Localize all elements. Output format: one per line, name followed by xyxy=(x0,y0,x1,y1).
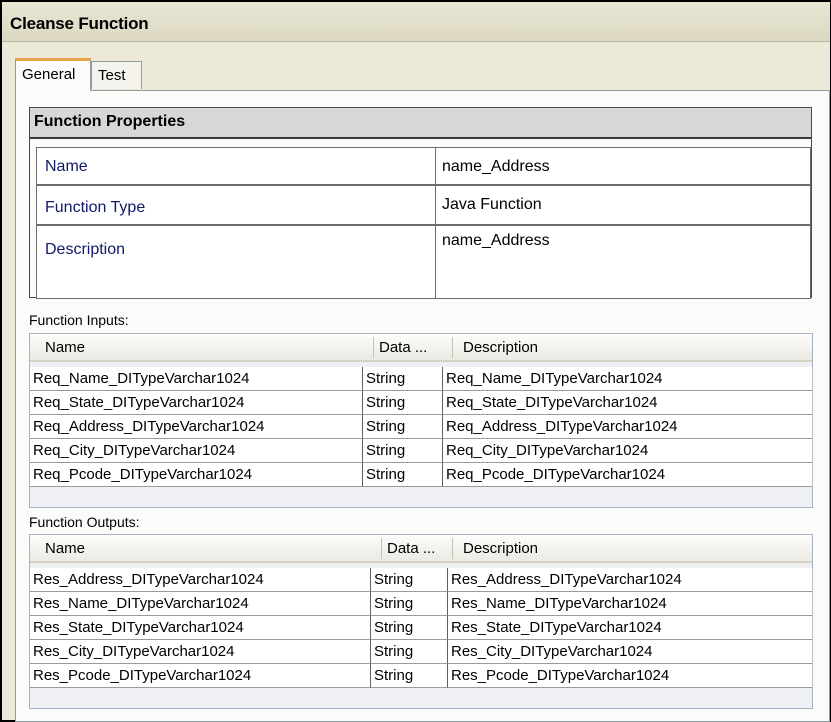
table-row[interactable]: Req_Address_DITypeVarchar1024 String Req… xyxy=(30,415,813,439)
cell-description: Res_State_DITypeVarchar1024 xyxy=(448,616,813,640)
cell-description: Req_Name_DITypeVarchar1024 xyxy=(443,367,813,391)
function-inputs-label: Function Inputs: xyxy=(29,312,129,328)
cell-description: Req_City_DITypeVarchar1024 xyxy=(443,439,813,463)
property-row-function-type: Function Type Java Function xyxy=(36,185,811,225)
property-row-name: Name name_Address xyxy=(36,147,811,185)
cell-name: Req_Name_DITypeVarchar1024 xyxy=(30,367,363,391)
function-outputs-label: Function Outputs: xyxy=(29,514,140,530)
column-separator[interactable] xyxy=(373,337,374,358)
property-value-function-type-field[interactable]: Java Function xyxy=(436,186,810,224)
table-row[interactable]: Req_Name_DITypeVarchar1024 String Req_Na… xyxy=(30,367,813,391)
table-row[interactable]: Res_Name_DITypeVarchar1024 String Res_Na… xyxy=(30,592,813,616)
property-value-name-field[interactable]: name_Address xyxy=(436,148,810,184)
cell-data-type: String xyxy=(371,568,448,592)
cell-name: Req_City_DITypeVarchar1024 xyxy=(30,439,363,463)
cell-name: Req_Pcode_DITypeVarchar1024 xyxy=(30,463,363,487)
cell-data-type: String xyxy=(371,640,448,664)
window-title: Cleanse Function xyxy=(10,14,149,33)
grid-header: Name Data ... Description xyxy=(30,334,812,362)
cell-data-type: String xyxy=(371,664,448,688)
cell-description: Req_State_DITypeVarchar1024 xyxy=(443,391,813,415)
function-inputs-grid: Name Data ... Description Req_Name_DITyp… xyxy=(29,333,813,508)
table-row[interactable]: Req_Pcode_DITypeVarchar1024 String Req_P… xyxy=(30,463,813,487)
property-label: Name xyxy=(37,148,436,184)
cell-data-type: String xyxy=(363,415,443,439)
property-label: Function Type xyxy=(37,186,436,224)
general-tab-panel: Function Properties Name name_Address Fu… xyxy=(15,90,830,722)
column-separator[interactable] xyxy=(381,538,382,559)
cell-name: Res_Name_DITypeVarchar1024 xyxy=(30,592,371,616)
column-header-data-type[interactable]: Data ... xyxy=(379,339,427,356)
cell-description: Res_Address_DITypeVarchar1024 xyxy=(448,568,813,592)
column-header-description[interactable]: Description xyxy=(463,540,538,557)
cell-name: Req_State_DITypeVarchar1024 xyxy=(30,391,363,415)
cell-name: Res_Address_DITypeVarchar1024 xyxy=(30,568,371,592)
cell-data-type: String xyxy=(363,463,443,487)
cell-name: Req_Address_DITypeVarchar1024 xyxy=(30,415,363,439)
table-row[interactable]: Res_Address_DITypeVarchar1024 String Res… xyxy=(30,568,813,592)
cell-description: Res_City_DITypeVarchar1024 xyxy=(448,640,813,664)
title-bar: Cleanse Function xyxy=(2,2,830,42)
tab-test[interactable]: Test xyxy=(91,61,142,89)
property-value-description-field[interactable]: name_Address xyxy=(436,226,810,298)
cell-data-type: String xyxy=(371,616,448,640)
table-row[interactable]: Req_City_DITypeVarchar1024 String Req_Ci… xyxy=(30,439,813,463)
tab-general[interactable]: General xyxy=(15,58,91,91)
cell-data-type: String xyxy=(363,367,443,391)
table-row[interactable]: Res_City_DITypeVarchar1024 String Res_Ci… xyxy=(30,640,813,664)
cell-data-type: String xyxy=(371,592,448,616)
table-row[interactable]: Res_State_DITypeVarchar1024 String Res_S… xyxy=(30,616,813,640)
property-label: Description xyxy=(37,226,436,298)
cell-description: Req_Pcode_DITypeVarchar1024 xyxy=(443,463,813,487)
table-row[interactable]: Res_Pcode_DITypeVarchar1024 String Res_P… xyxy=(30,664,813,688)
function-properties-table: Function Properties Name name_Address Fu… xyxy=(29,107,812,299)
cell-name: Res_City_DITypeVarchar1024 xyxy=(30,640,371,664)
cell-description: Res_Pcode_DITypeVarchar1024 xyxy=(448,664,813,688)
function-properties-header: Function Properties xyxy=(30,108,811,139)
cell-description: Req_Address_DITypeVarchar1024 xyxy=(443,415,813,439)
table-row[interactable]: Req_State_DITypeVarchar1024 String Req_S… xyxy=(30,391,813,415)
cell-data-type: String xyxy=(363,391,443,415)
property-row-description: Description name_Address xyxy=(36,225,811,299)
cell-name: Res_State_DITypeVarchar1024 xyxy=(30,616,371,640)
column-separator[interactable] xyxy=(452,337,453,358)
function-outputs-grid: Name Data ... Description Res_Address_DI… xyxy=(29,534,813,709)
column-separator[interactable] xyxy=(452,538,453,559)
cleanse-function-window: Cleanse Function General Test Function P… xyxy=(0,0,831,722)
column-header-name[interactable]: Name xyxy=(45,339,85,356)
cell-name: Res_Pcode_DITypeVarchar1024 xyxy=(30,664,371,688)
column-header-name[interactable]: Name xyxy=(45,540,85,557)
column-header-data-type[interactable]: Data ... xyxy=(387,540,435,557)
column-header-description[interactable]: Description xyxy=(463,339,538,356)
cell-description: Res_Name_DITypeVarchar1024 xyxy=(448,592,813,616)
cell-data-type: String xyxy=(363,439,443,463)
grid-header: Name Data ... Description xyxy=(30,535,812,563)
